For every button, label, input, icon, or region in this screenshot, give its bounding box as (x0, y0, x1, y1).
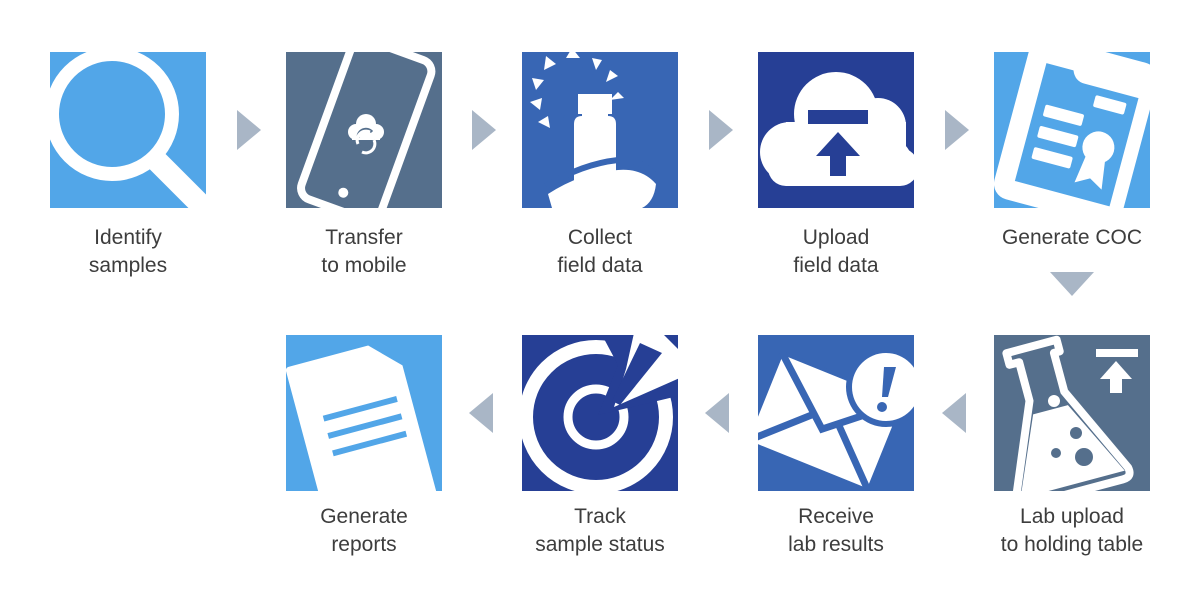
step-track-sample-status-label: Track sample status (535, 505, 665, 556)
arrow-right-icon (709, 110, 733, 150)
step-lab-upload-tile (994, 335, 1150, 491)
step-generate-coc-tile (994, 52, 1150, 208)
step-receive-lab-results-tile (758, 335, 914, 491)
step-transfer-to-mobile-tile (286, 52, 442, 208)
arrow-right-icon (945, 110, 969, 150)
step-identify-samples-label: Identify samples (88, 226, 168, 277)
magnifier-icon (50, 52, 206, 208)
arrow-left-icon (942, 393, 966, 433)
arrow-left-icon (469, 393, 493, 433)
step-generate-reports-tile (286, 335, 442, 491)
arrow-left-icon (705, 393, 729, 433)
cloud-upload-icon (758, 52, 914, 208)
flask-upload-icon (994, 335, 1150, 491)
step-collect-field-data-label: Collect field data (557, 226, 643, 277)
arrow-right-icon (472, 110, 496, 150)
step-receive-lab-results-label: Receive lab results (788, 505, 884, 556)
sample-bottle-sun-icon (522, 52, 678, 208)
step-upload-field-data-label: Upload field data (793, 226, 879, 277)
envelope-alert-icon (758, 335, 914, 491)
arrow-down-icon (1050, 272, 1094, 296)
arrow-right-icon (237, 110, 261, 150)
step-upload-field-data-tile (758, 52, 914, 208)
step-generate-coc-label: Generate COC (1001, 226, 1143, 249)
step-identify-samples-tile (50, 52, 206, 208)
report-document-icon (286, 335, 442, 491)
step-collect-field-data-tile (522, 52, 678, 208)
step-track-sample-status-tile (522, 335, 678, 491)
smartphone-cloud-sync-icon (286, 52, 442, 208)
step-generate-reports-label: Generate reports (320, 505, 408, 556)
step-transfer-to-mobile-label: Transfer to mobile (321, 226, 407, 277)
target-tracking-icon (522, 335, 678, 491)
step-lab-upload-label: Lab upload to holding table (1000, 505, 1144, 556)
certificate-document-icon (994, 52, 1150, 208)
